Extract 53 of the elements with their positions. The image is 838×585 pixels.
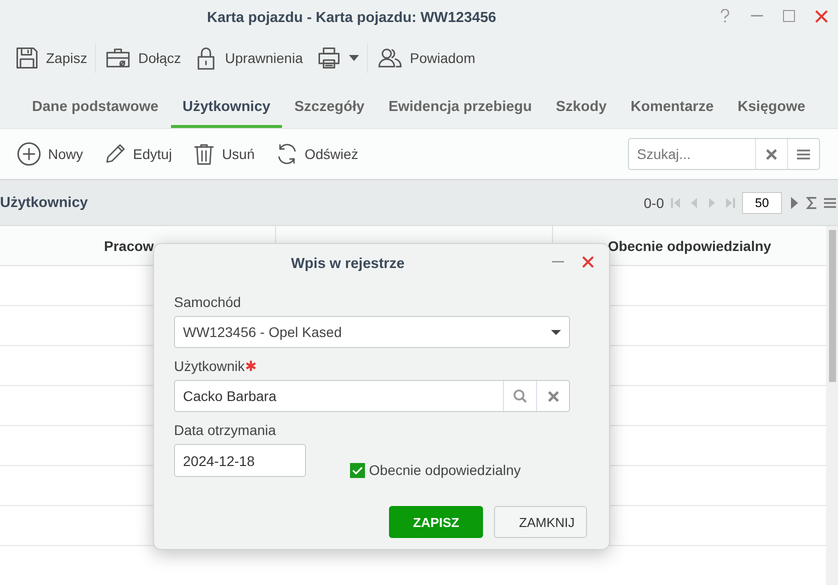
user-lookup[interactable]: Cacko Barbara — [174, 380, 570, 412]
close-icon — [582, 256, 594, 268]
column-header: Obecnie odpowiedzialny — [608, 238, 772, 254]
menu-icon[interactable] — [824, 196, 836, 208]
search-field[interactable]: Szukaj... — [629, 139, 755, 169]
search-icon — [513, 389, 527, 403]
tab[interactable]: Komentarze — [618, 99, 726, 128]
search-bar[interactable]: Szukaj... — [628, 138, 820, 170]
toolbar-button[interactable]: Zapisz — [8, 40, 94, 76]
action-button[interactable]: Odśwież — [266, 137, 366, 171]
page-size-field[interactable]: 50 — [742, 192, 782, 214]
first-page-icon[interactable] — [670, 196, 682, 208]
window-title: Karta pojazdu - Karta pojazdu: WW123456 — [207, 10, 496, 26]
clear-icon — [548, 390, 558, 402]
maximize-icon — [783, 10, 795, 22]
help-icon — [720, 9, 730, 23]
menu-icon — [797, 148, 810, 160]
action-button[interactable]: Nowy — [8, 137, 92, 171]
action-button[interactable]: Edytuj — [95, 137, 180, 171]
minimize-icon — [751, 15, 763, 17]
tab[interactable]: Szkody — [544, 99, 619, 128]
play-icon[interactable] — [788, 196, 800, 208]
record-range: 0-0 — [644, 194, 664, 210]
minimize-icon — [552, 261, 564, 263]
dialog-title: Wpis w rejestrze — [291, 256, 405, 272]
tab[interactable]: Księgowe — [726, 99, 818, 128]
toolbar-button[interactable]: Powiadom — [370, 40, 482, 76]
check-icon — [352, 466, 363, 474]
column-header: Pracow — [104, 238, 154, 254]
save-button[interactable]: ZAPISZ — [389, 506, 483, 538]
action-button[interactable]: Usuń — [184, 137, 263, 171]
sum-icon[interactable] — [806, 196, 818, 208]
grid-title: Użytkownicy — [0, 194, 88, 210]
close-icon — [814, 10, 828, 22]
caret-icon — [551, 330, 561, 334]
tab[interactable]: Szczegóły — [282, 99, 376, 128]
field-label: Użytkownik✱ — [174, 358, 258, 374]
toolbar-button[interactable]: Dołącz — [98, 40, 188, 76]
tab[interactable]: Ewidencja przebiegu — [376, 99, 544, 128]
date-field[interactable]: 2024-12-18 — [174, 444, 306, 477]
car-dropdown[interactable]: WW123456 - Opel Kased — [174, 316, 570, 348]
last-page-icon[interactable] — [724, 196, 736, 208]
close-dialog-button[interactable]: ZAMKNIJ — [494, 506, 587, 538]
field-label: Data otrzymania — [174, 422, 277, 438]
field-label: Samochód — [174, 294, 242, 310]
tab[interactable]: Dane podstawowe — [20, 99, 170, 128]
save-icon — [14, 45, 40, 71]
clear-icon — [766, 148, 777, 160]
add-icon — [16, 141, 42, 167]
caret-icon — [348, 55, 359, 61]
user-field[interactable]: Cacko Barbara — [175, 381, 503, 411]
toolbar-button[interactable]: Uprawnienia — [187, 40, 309, 76]
responsible-checkbox[interactable]: Obecnie odpowiedzialny — [350, 462, 521, 478]
